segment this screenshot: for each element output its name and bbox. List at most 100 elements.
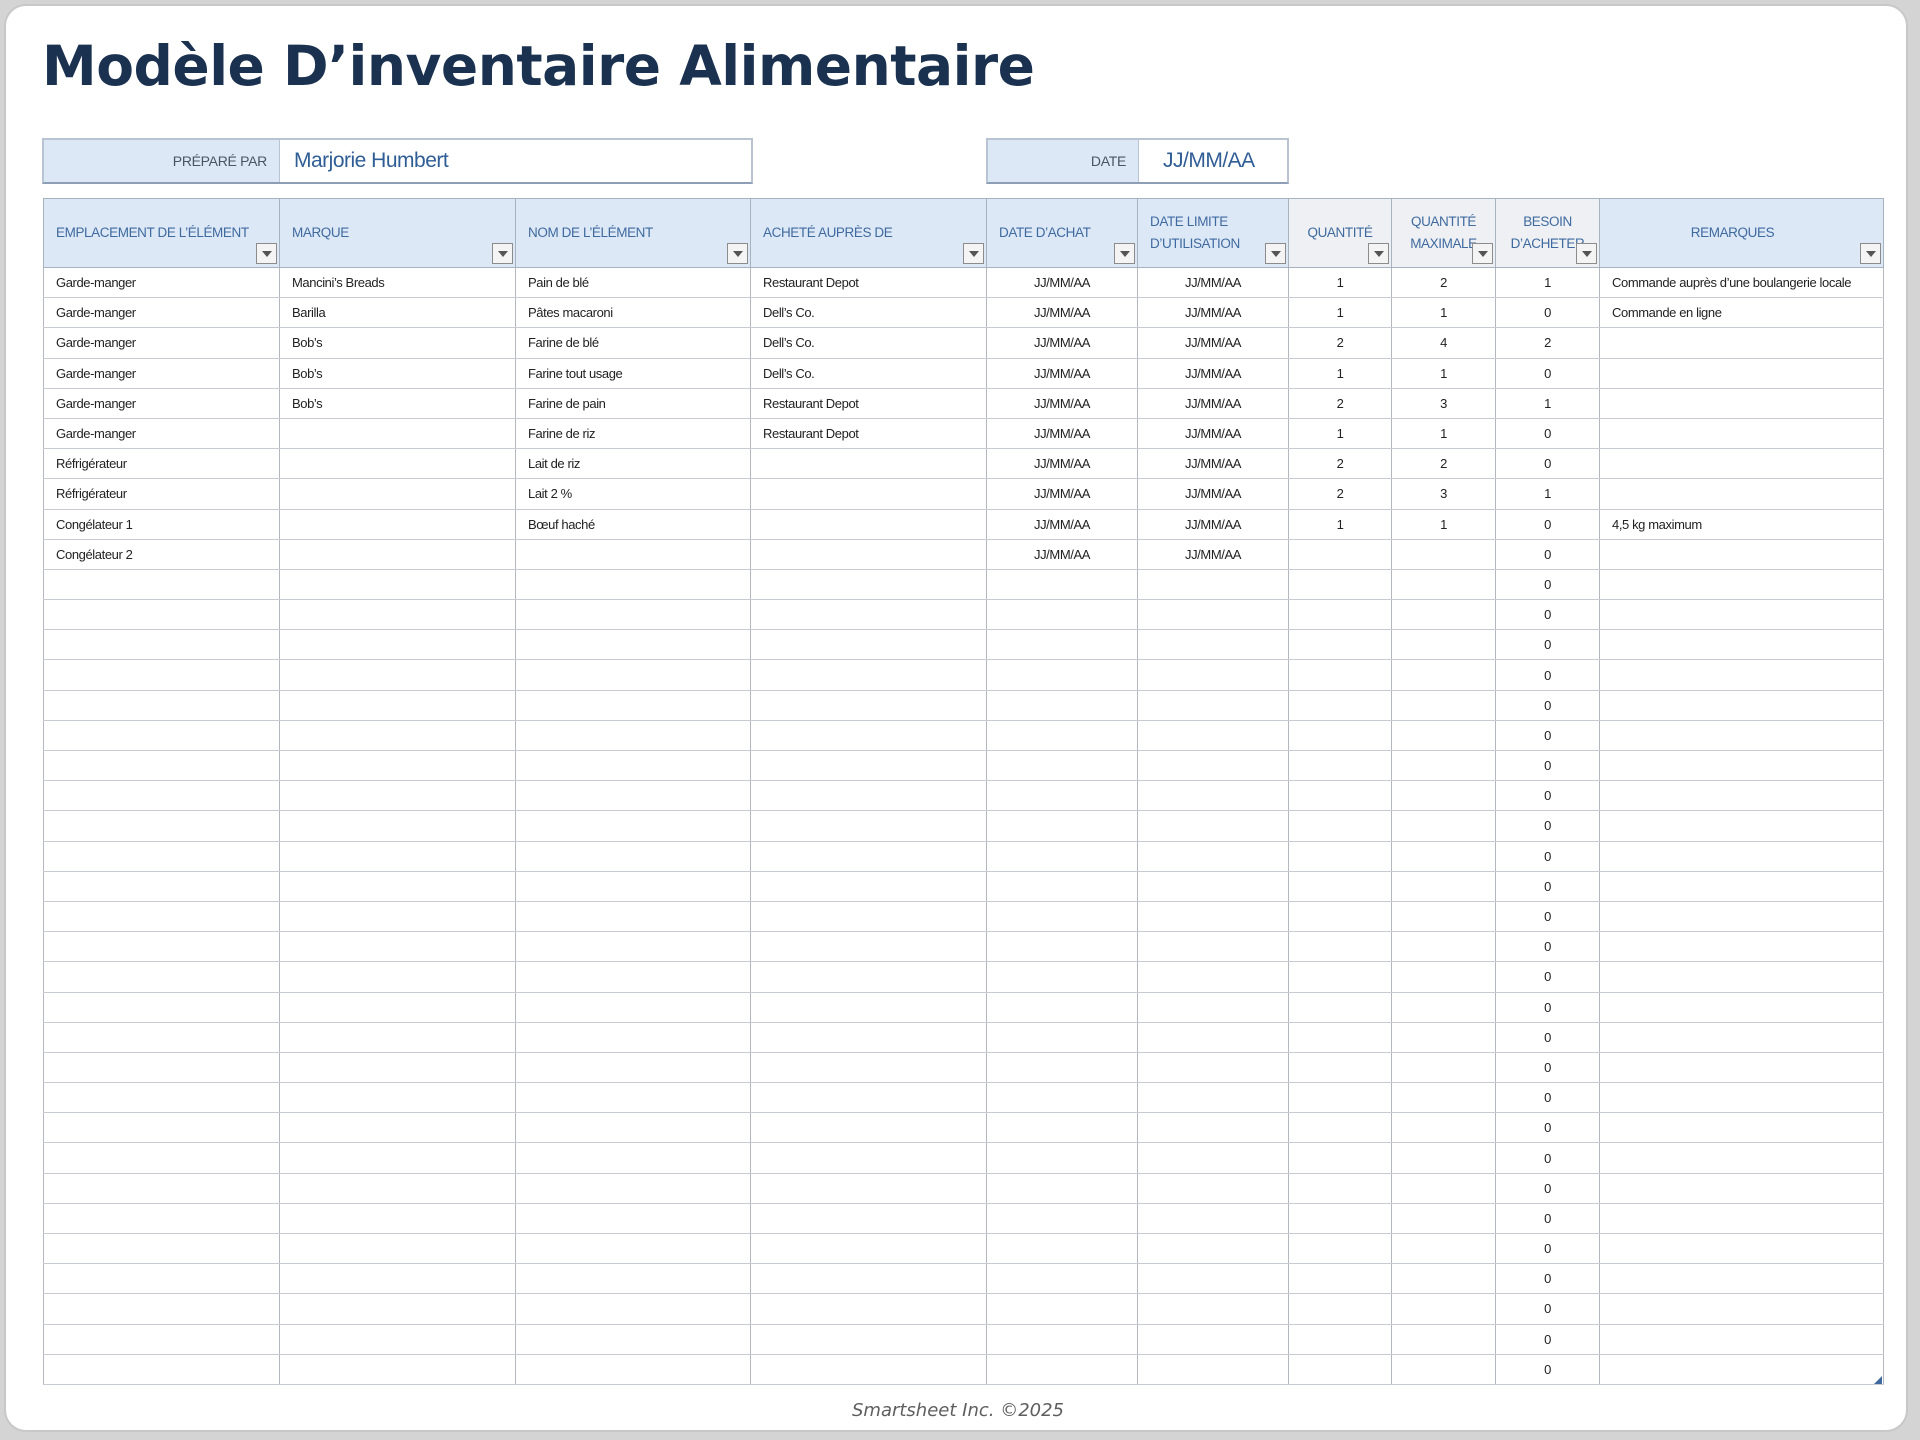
cell-item-name[interactable] xyxy=(515,1353,751,1385)
cell-notes[interactable] xyxy=(1599,931,1884,963)
cell-brand[interactable] xyxy=(279,810,516,842)
cell-brand[interactable] xyxy=(279,1142,516,1174)
cell-quantity[interactable] xyxy=(1288,689,1392,721)
cell-purchase-date[interactable] xyxy=(986,568,1138,601)
cell-max-quantity[interactable]: 1 xyxy=(1391,417,1496,450)
filter-dropdown-icon[interactable] xyxy=(1860,243,1881,264)
cell-location[interactable] xyxy=(43,719,280,752)
cell-use-by-date[interactable]: JJ/MM/AA xyxy=(1137,387,1289,419)
cell-notes[interactable] xyxy=(1599,689,1884,721)
cell-use-by-date[interactable]: JJ/MM/AA xyxy=(1137,357,1289,389)
cell-brand[interactable] xyxy=(279,659,516,691)
cell-need-to-buy[interactable]: 0 xyxy=(1495,689,1600,721)
cell-purchase-date[interactable] xyxy=(986,840,1138,872)
cell-brand[interactable] xyxy=(279,1323,516,1355)
cell-purchased-from[interactable] xyxy=(750,599,987,631)
cell-item-name[interactable] xyxy=(515,659,751,691)
cell-max-quantity[interactable] xyxy=(1391,599,1496,631)
cell-purchased-from[interactable] xyxy=(750,1082,987,1114)
cell-max-quantity[interactable]: 1 xyxy=(1391,357,1496,389)
cell-need-to-buy[interactable]: 0 xyxy=(1495,1021,1600,1053)
cell-use-by-date[interactable] xyxy=(1137,599,1289,631)
cell-use-by-date[interactable]: JJ/MM/AA xyxy=(1137,417,1289,450)
cell-purchase-date[interactable]: JJ/MM/AA xyxy=(986,357,1138,389)
cell-use-by-date[interactable]: JJ/MM/AA xyxy=(1137,266,1289,299)
cell-need-to-buy[interactable]: 0 xyxy=(1495,749,1600,782)
cell-purchase-date[interactable] xyxy=(986,991,1138,1023)
cell-item-name[interactable] xyxy=(515,1202,751,1235)
cell-notes[interactable] xyxy=(1599,659,1884,691)
cell-use-by-date[interactable]: JJ/MM/AA xyxy=(1137,478,1289,510)
cell-purchased-from[interactable] xyxy=(750,810,987,842)
cell-item-name[interactable] xyxy=(515,870,751,902)
cell-purchase-date[interactable] xyxy=(986,961,1138,993)
cell-quantity[interactable] xyxy=(1288,810,1392,842)
cell-location[interactable] xyxy=(43,1051,280,1084)
cell-notes[interactable] xyxy=(1599,1293,1884,1325)
cell-location[interactable] xyxy=(43,810,280,842)
cell-max-quantity[interactable] xyxy=(1391,1172,1496,1204)
cell-quantity[interactable] xyxy=(1288,991,1392,1023)
cell-item-name[interactable] xyxy=(515,719,751,752)
cell-location[interactable]: Congélateur 1 xyxy=(43,508,280,540)
cell-need-to-buy[interactable]: 0 xyxy=(1495,991,1600,1023)
cell-location[interactable] xyxy=(43,1142,280,1174)
filter-dropdown-icon[interactable] xyxy=(1368,243,1389,264)
cell-brand[interactable]: Mancini’s Breads xyxy=(279,266,516,299)
cell-use-by-date[interactable] xyxy=(1137,931,1289,963)
cell-purchase-date[interactable] xyxy=(986,1082,1138,1114)
cell-location[interactable] xyxy=(43,689,280,721)
cell-location[interactable] xyxy=(43,961,280,993)
cell-max-quantity[interactable]: 2 xyxy=(1391,266,1496,299)
cell-purchase-date[interactable] xyxy=(986,1021,1138,1053)
cell-notes[interactable]: Commande en ligne xyxy=(1599,297,1884,329)
cell-brand[interactable] xyxy=(279,780,516,812)
cell-item-name[interactable] xyxy=(515,538,751,570)
cell-notes[interactable] xyxy=(1599,900,1884,933)
cell-item-name[interactable] xyxy=(515,991,751,1023)
cell-item-name[interactable]: Pain de blé xyxy=(515,266,751,299)
cell-purchased-from[interactable] xyxy=(750,1232,987,1265)
cell-purchase-date[interactable]: JJ/MM/AA xyxy=(986,327,1138,359)
prepared-by-value[interactable]: Marjorie Humbert xyxy=(280,140,751,182)
cell-use-by-date[interactable] xyxy=(1137,1051,1289,1084)
cell-notes[interactable]: 4,5 kg maximum xyxy=(1599,508,1884,540)
filter-dropdown-icon[interactable] xyxy=(1472,243,1493,264)
cell-use-by-date[interactable] xyxy=(1137,1202,1289,1235)
cell-item-name[interactable] xyxy=(515,1293,751,1325)
cell-max-quantity[interactable]: 4 xyxy=(1391,327,1496,359)
cell-location[interactable] xyxy=(43,629,280,661)
cell-need-to-buy[interactable]: 0 xyxy=(1495,1112,1600,1144)
cell-notes[interactable] xyxy=(1599,1232,1884,1265)
cell-need-to-buy[interactable]: 0 xyxy=(1495,1263,1600,1295)
cell-notes[interactable] xyxy=(1599,1172,1884,1204)
cell-location[interactable] xyxy=(43,1232,280,1265)
cell-quantity[interactable] xyxy=(1288,1323,1392,1355)
cell-purchased-from[interactable] xyxy=(750,749,987,782)
cell-item-name[interactable]: Farine de riz xyxy=(515,417,751,450)
cell-item-name[interactable] xyxy=(515,1112,751,1144)
cell-purchase-date[interactable] xyxy=(986,1263,1138,1295)
cell-item-name[interactable]: Farine tout usage xyxy=(515,357,751,389)
cell-item-name[interactable] xyxy=(515,1323,751,1355)
cell-purchased-from[interactable]: Restaurant Depot xyxy=(750,387,987,419)
cell-quantity[interactable] xyxy=(1288,538,1392,570)
cell-item-name[interactable] xyxy=(515,931,751,963)
cell-use-by-date[interactable] xyxy=(1137,629,1289,661)
cell-notes[interactable] xyxy=(1599,961,1884,993)
cell-location[interactable] xyxy=(43,1021,280,1053)
cell-notes[interactable] xyxy=(1599,387,1884,419)
cell-need-to-buy[interactable]: 0 xyxy=(1495,1232,1600,1265)
cell-purchase-date[interactable] xyxy=(986,931,1138,963)
cell-notes[interactable] xyxy=(1599,568,1884,601)
cell-notes[interactable] xyxy=(1599,1021,1884,1053)
cell-location[interactable]: Garde-manger xyxy=(43,266,280,299)
cell-brand[interactable] xyxy=(279,1112,516,1144)
cell-notes[interactable] xyxy=(1599,327,1884,359)
cell-item-name[interactable] xyxy=(515,1082,751,1114)
cell-purchased-from[interactable] xyxy=(750,1293,987,1325)
cell-brand[interactable] xyxy=(279,1232,516,1265)
cell-location[interactable] xyxy=(43,568,280,601)
cell-location[interactable]: Garde-manger xyxy=(43,327,280,359)
cell-purchase-date[interactable]: JJ/MM/AA xyxy=(986,417,1138,450)
